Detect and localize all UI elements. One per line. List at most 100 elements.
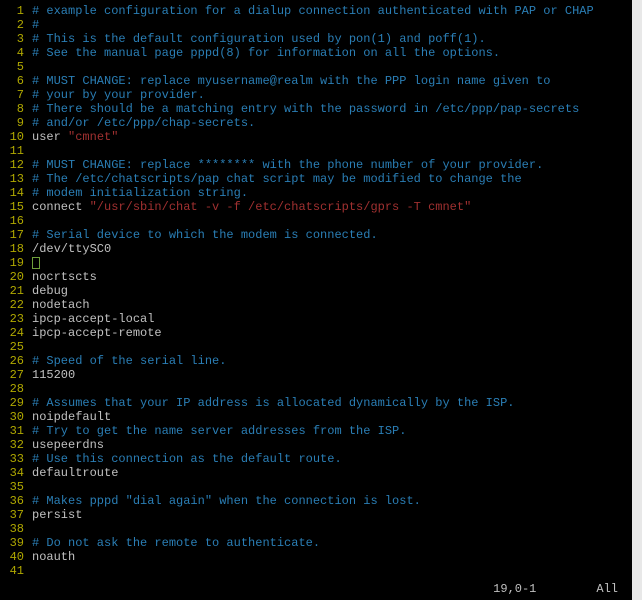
code-line[interactable]: 27 115200: [2, 368, 632, 382]
line-content[interactable]: user "cmnet": [32, 130, 118, 144]
line-content[interactable]: # Makes pppd "dial again" when the conne…: [32, 494, 421, 508]
code-line[interactable]: 15connect "/usr/sbin/chat -v -f /etc/cha…: [2, 200, 632, 214]
code-line[interactable]: 37persist: [2, 508, 632, 522]
code-line[interactable]: 1# example configuration for a dialup co…: [2, 4, 632, 18]
token-keyword: debug: [32, 284, 68, 298]
line-content[interactable]: connect "/usr/sbin/chat -v -f /etc/chats…: [32, 200, 471, 214]
code-line[interactable]: 41: [2, 564, 632, 578]
line-number: 14: [2, 186, 24, 200]
line-number: 35: [2, 480, 24, 494]
line-number: 9: [2, 116, 24, 130]
token-comment: # example configuration for a dialup con…: [32, 4, 594, 18]
token-comment: # Assumes that your IP address is alloca…: [32, 396, 514, 410]
code-line[interactable]: 40noauth: [2, 550, 632, 564]
line-content[interactable]: # Use this connection as the default rou…: [32, 452, 342, 466]
line-content[interactable]: usepeerdns: [32, 438, 104, 452]
code-line[interactable]: 5: [2, 60, 632, 74]
line-content[interactable]: # Do not ask the remote to authenticate.: [32, 536, 320, 550]
token-comment: # See the manual page pppd(8) for inform…: [32, 46, 500, 60]
token-comment: # Makes pppd "dial again" when the conne…: [32, 494, 421, 508]
line-content[interactable]: #: [32, 18, 39, 32]
code-line[interactable]: 22nodetach: [2, 298, 632, 312]
code-line[interactable]: 28: [2, 382, 632, 396]
code-line[interactable]: 25: [2, 340, 632, 354]
token-comment: # This is the default configuration used…: [32, 32, 486, 46]
line-content[interactable]: # your by your provider.: [32, 88, 205, 102]
line-content[interactable]: # Speed of the serial line.: [32, 354, 226, 368]
line-number: 8: [2, 102, 24, 116]
code-line[interactable]: 23ipcp-accept-local: [2, 312, 632, 326]
line-content[interactable]: # There should be a matching entry with …: [32, 102, 579, 116]
code-line[interactable]: 3# This is the default configuration use…: [2, 32, 632, 46]
line-content[interactable]: nocrtscts: [32, 270, 97, 284]
code-line[interactable]: 18/dev/ttySC0: [2, 242, 632, 256]
line-content[interactable]: # MUST CHANGE: replace myusername@realm …: [32, 74, 550, 88]
code-line[interactable]: 20nocrtscts: [2, 270, 632, 284]
line-content[interactable]: ipcp-accept-remote: [32, 326, 162, 340]
code-line[interactable]: 11: [2, 144, 632, 158]
line-content[interactable]: # and/or /etc/ppp/chap-secrets.: [32, 116, 255, 130]
token-string: "cmnet": [68, 130, 118, 144]
line-number: 27: [2, 368, 24, 382]
line-content[interactable]: noauth: [32, 550, 75, 564]
line-content[interactable]: debug: [32, 284, 68, 298]
line-content[interactable]: [32, 256, 40, 270]
line-content[interactable]: # MUST CHANGE: replace ******** with the…: [32, 158, 543, 172]
token-keyword: ipcp-accept-remote: [32, 326, 162, 340]
line-number: 24: [2, 326, 24, 340]
editor-viewport[interactable]: 1# example configuration for a dialup co…: [0, 0, 632, 578]
line-content[interactable]: ipcp-accept-local: [32, 312, 154, 326]
line-number: 29: [2, 396, 24, 410]
token-string: "/usr/sbin/chat -v -f /etc/chatscripts/g…: [90, 200, 472, 214]
line-content[interactable]: # Assumes that your IP address is alloca…: [32, 396, 514, 410]
line-content[interactable]: noipdefault: [32, 410, 111, 424]
line-content[interactable]: # The /etc/chatscripts/pap chat script m…: [32, 172, 522, 186]
code-line[interactable]: 29 # Assumes that your IP address is allo…: [2, 396, 632, 410]
code-line[interactable]: 34defaultroute: [2, 466, 632, 480]
code-line[interactable]: 16: [2, 214, 632, 228]
token-comment: # your by your provider.: [32, 88, 205, 102]
line-number: 41: [2, 564, 24, 578]
line-number: 30: [2, 410, 24, 424]
code-line[interactable]: 12# MUST CHANGE: replace ******** with t…: [2, 158, 632, 172]
line-content[interactable]: # See the manual page pppd(8) for inform…: [32, 46, 500, 60]
code-line[interactable]: 6# MUST CHANGE: replace myusername@realm…: [2, 74, 632, 88]
code-line[interactable]: 26# Speed of the serial line.: [2, 354, 632, 368]
code-line[interactable]: 21debug: [2, 284, 632, 298]
code-line[interactable]: 39# Do not ask the remote to authenticat…: [2, 536, 632, 550]
line-content[interactable]: # modem initialization string.: [32, 186, 248, 200]
code-line[interactable]: 32 usepeerdns: [2, 438, 632, 452]
code-line[interactable]: 36# Makes pppd "dial again" when the con…: [2, 494, 632, 508]
code-line[interactable]: 38: [2, 522, 632, 536]
code-line[interactable]: 14 # modem initialization string.: [2, 186, 632, 200]
code-line[interactable]: 2#: [2, 18, 632, 32]
code-line[interactable]: 10user "cmnet": [2, 130, 632, 144]
line-content[interactable]: /dev/ttySC0: [32, 242, 111, 256]
cursor-position: 19,0-1: [493, 582, 536, 596]
code-line[interactable]: 8 # There should be a matching entry with…: [2, 102, 632, 116]
token-keyword: /dev/ttySC0: [32, 242, 111, 256]
line-content[interactable]: # Serial device to which the modem is co…: [32, 228, 378, 242]
line-content[interactable]: defaultroute: [32, 466, 118, 480]
code-line[interactable]: 31# Try to get the name server addresses…: [2, 424, 632, 438]
line-content[interactable]: nodetach: [32, 298, 90, 312]
code-line[interactable]: 19: [2, 256, 632, 270]
code-line[interactable]: 30 noipdefault: [2, 410, 632, 424]
code-line[interactable]: 7# your by your provider.: [2, 88, 632, 102]
code-line[interactable]: 13# The /etc/chatscripts/pap chat script…: [2, 172, 632, 186]
line-content[interactable]: persist: [32, 508, 82, 522]
code-line[interactable]: 24 ipcp-accept-remote: [2, 326, 632, 340]
code-line[interactable]: 35: [2, 480, 632, 494]
line-content[interactable]: # This is the default configuration used…: [32, 32, 486, 46]
line-content[interactable]: # example configuration for a dialup con…: [32, 4, 594, 18]
code-line[interactable]: 4# See the manual page pppd(8) for infor…: [2, 46, 632, 60]
token-comment: # Serial device to which the modem is co…: [32, 228, 378, 242]
line-content[interactable]: 115200: [32, 368, 75, 382]
code-line[interactable]: 9 # and/or /etc/ppp/chap-secrets.: [2, 116, 632, 130]
token-keyword: user: [32, 130, 68, 144]
code-line[interactable]: 33# Use this connection as the default r…: [2, 452, 632, 466]
scroll-indicator: All: [596, 582, 618, 596]
line-content[interactable]: # Try to get the name server addresses f…: [32, 424, 406, 438]
code-line[interactable]: 17# Serial device to which the modem is …: [2, 228, 632, 242]
line-number: 32: [2, 438, 24, 452]
